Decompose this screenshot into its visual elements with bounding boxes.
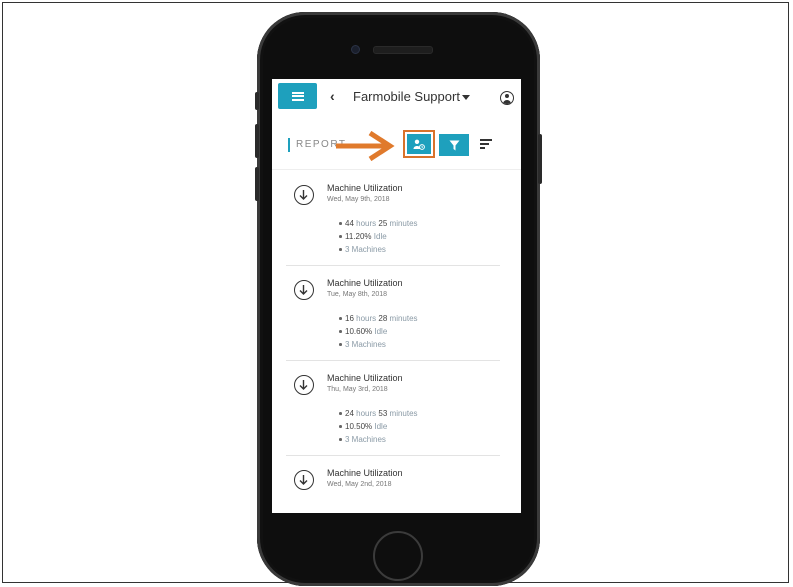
hamburger-icon <box>291 91 304 101</box>
person-clock-icon <box>413 139 425 150</box>
report-title: Machine Utilization <box>327 183 403 193</box>
report-list-item[interactable]: Machine Utilization Thu, May 3rd, 2018 2… <box>286 361 500 456</box>
reports-toolbar: REPORT <box>272 129 521 170</box>
stat-run-time: 24 hours 53 minutes <box>339 407 418 420</box>
stat-machines: 3 Machines <box>339 243 418 256</box>
stat-idle: 10.50% Idle <box>339 420 418 433</box>
report-date: Wed, May 9th, 2018 <box>327 196 390 203</box>
report-stats: 16 hours 28 minutes 10.60% Idle 3 Machin… <box>339 312 418 351</box>
app-header: ‹ Farmobile Support <box>272 79 521 117</box>
download-icon[interactable] <box>294 185 314 205</box>
caret-down-icon[interactable] <box>462 95 470 100</box>
volume-down-button <box>255 167 259 201</box>
report-date: Wed, May 2nd, 2018 <box>327 481 392 488</box>
schedule-report-button[interactable] <box>403 130 435 158</box>
report-title: Machine Utilization <box>327 373 403 383</box>
report-list-item[interactable]: Machine Utilization Tue, May 8th, 2018 1… <box>286 266 500 361</box>
download-icon[interactable] <box>294 470 314 490</box>
stat-machines: 3 Machines <box>339 338 418 351</box>
front-camera <box>351 45 360 54</box>
chevron-left-icon[interactable]: ‹ <box>330 88 335 104</box>
app-screen: ‹ Farmobile Support REPORT Machine Utili… <box>272 79 521 513</box>
report-date: Thu, May 3rd, 2018 <box>327 386 388 393</box>
earpiece-speaker <box>373 46 433 54</box>
report-list-item[interactable]: Machine Utilization Wed, May 2nd, 2018 <box>286 456 500 513</box>
stat-run-time: 44 hours 25 minutes <box>339 217 418 230</box>
stat-machines: 3 Machines <box>339 433 418 446</box>
stat-run-time: 16 hours 28 minutes <box>339 312 418 325</box>
power-button <box>538 134 542 184</box>
account-selector-label[interactable]: Farmobile Support <box>353 89 460 104</box>
home-button[interactable] <box>373 531 423 581</box>
account-circle-icon[interactable] <box>500 91 514 105</box>
report-date: Tue, May 8th, 2018 <box>327 291 388 298</box>
annotation-arrow-icon <box>336 131 395 161</box>
stat-idle: 10.60% Idle <box>339 325 418 338</box>
report-list-item[interactable]: Machine Utilization Wed, May 9th, 2018 4… <box>286 171 500 266</box>
download-icon[interactable] <box>294 280 314 300</box>
report-stats: 24 hours 53 minutes 10.50% Idle 3 Machin… <box>339 407 418 446</box>
filter-button[interactable] <box>439 134 469 156</box>
stat-idle: 11.20% Idle <box>339 230 418 243</box>
download-icon[interactable] <box>294 375 314 395</box>
report-title: Machine Utilization <box>327 278 403 288</box>
menu-button[interactable] <box>278 83 317 109</box>
report-title: Machine Utilization <box>327 468 403 478</box>
report-stats: 44 hours 25 minutes 11.20% Idle 3 Machin… <box>339 217 418 256</box>
filter-icon <box>449 140 459 150</box>
mute-switch <box>255 92 259 110</box>
sort-icon[interactable] <box>480 139 492 149</box>
volume-up-button <box>255 124 259 158</box>
